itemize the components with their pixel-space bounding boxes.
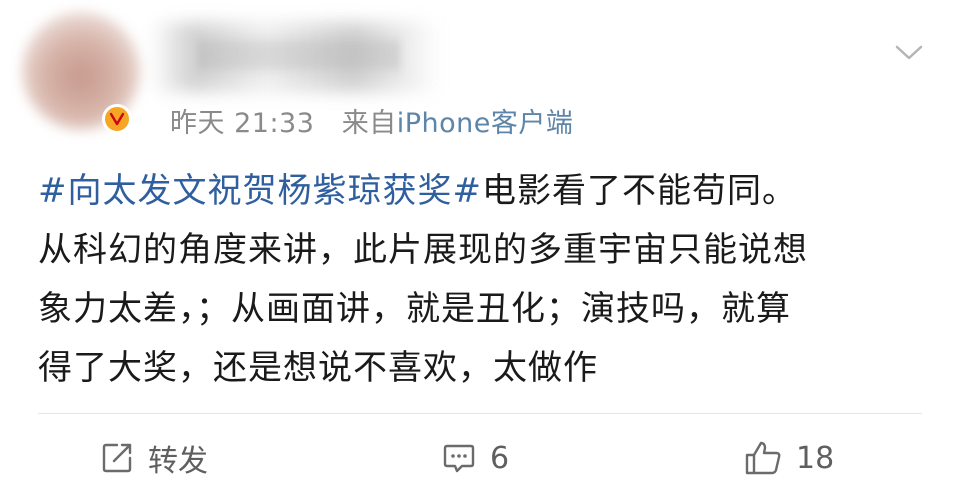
repost-button[interactable]: 转发	[100, 436, 208, 480]
repost-label: 转发	[148, 444, 208, 479]
post-line-2: 从科幻的角度来讲，此片展现的多重宇宙只能说想	[38, 230, 808, 270]
post-body: #向太发文祝贺杨紫琼获奖#电影看了不能苟同。 从科幻的角度来讲，此片展现的多重宇…	[38, 162, 928, 398]
comment-count: 6	[490, 440, 510, 476]
topic-link[interactable]: #向太发文祝贺杨紫琼获奖#	[38, 171, 482, 211]
verified-badge-icon	[102, 104, 132, 134]
post-source[interactable]: iPhone客户端	[397, 108, 574, 139]
like-count: 18	[796, 440, 835, 476]
username-blurred-detail	[200, 40, 400, 70]
repost-icon	[102, 443, 132, 473]
weibo-post-card: 昨天 21:33 来自iPhone客户端 #向太发文祝贺杨紫琼获奖#电影看了不能…	[0, 0, 960, 493]
chevron-down-icon[interactable]	[894, 42, 924, 64]
divider	[38, 413, 922, 414]
post-text-line: 电影看了不能苟同。	[481, 171, 797, 211]
post-line-4: 得了大奖，还是想说不喜欢，太做作	[38, 348, 598, 388]
like-button[interactable]: 18	[744, 436, 834, 480]
comment-button[interactable]: 6	[442, 436, 509, 480]
thumbs-up-icon	[745, 441, 781, 475]
source-prefix: 来自	[341, 108, 397, 139]
post-line-1: #向太发文祝贺杨紫琼获奖#电影看了不能苟同。	[38, 162, 928, 221]
post-meta: 昨天 21:33 来自iPhone客户端	[170, 101, 573, 140]
post-line-3: 象力太差，；从画面讲，就是丑化；演技吗，就算	[38, 289, 791, 329]
comment-icon	[443, 444, 475, 473]
post-time: 昨天 21:33	[170, 108, 315, 139]
